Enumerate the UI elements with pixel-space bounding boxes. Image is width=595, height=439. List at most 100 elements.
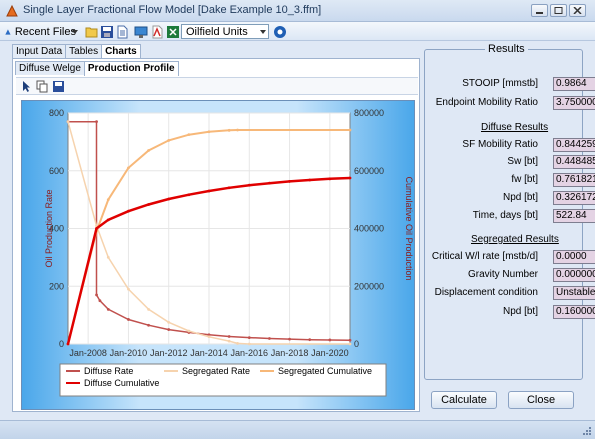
x-tick-label: Jan-2010 [110, 348, 148, 358]
tab-production-profile[interactable]: Production Profile [83, 61, 179, 76]
chevron-down-icon [260, 30, 266, 34]
results-legend: Results [485, 43, 528, 55]
npd-segregated-value: 0.160000 [553, 305, 595, 319]
data-point-segregated-cumulative [147, 149, 150, 152]
pdf-icon[interactable] [150, 25, 164, 39]
status-bar [0, 420, 595, 439]
npd-bt-value: 0.326172 [553, 191, 595, 205]
data-point-segregated-rate [66, 120, 70, 124]
title-bar: Single Layer Fractional Flow Model [Dake… [0, 0, 595, 22]
y-tick-label: 600 [49, 166, 64, 176]
x-tick-label: Jan-2020 [311, 348, 349, 358]
recent-files-dropdown-icon[interactable] [72, 30, 78, 34]
y2-tick-label: 0 [354, 339, 359, 349]
data-point-diffuse-rate [288, 337, 291, 341]
y2-tick-label: 400000 [354, 224, 384, 234]
x-tick-label: Jan-2008 [69, 348, 107, 358]
data-point-diffuse-rate [227, 335, 231, 338]
x-tick-label: Jan-2014 [190, 348, 228, 358]
data-point-segregated-rate [147, 307, 150, 311]
data-point-segregated-rate [187, 329, 191, 333]
sw-bt-value: 0.448485 [553, 155, 595, 169]
close-button[interactable]: Close [508, 391, 574, 409]
main-toolbar: Recent Files Oilfield Units [0, 22, 595, 41]
minimize-button[interactable] [531, 4, 548, 17]
maximize-button[interactable] [550, 4, 567, 17]
left-panel: Input Data Tables Charts Diffuse Welge P… [12, 44, 420, 412]
data-point-diffuse-rate [328, 338, 332, 342]
y-tick-label: 0 [59, 339, 64, 349]
data-point-segregated-cumulative [106, 198, 110, 202]
results-group: Results STOOIP [mmstb] 0.9864 Endpoint M… [424, 43, 595, 380]
charts-tab-content: Diffuse Welge Production Profile Jan-200… [12, 58, 420, 412]
data-point-segregated-cumulative [127, 166, 130, 170]
data-point-diffuse-cumulative [288, 180, 291, 183]
save-icon[interactable] [100, 25, 114, 39]
fw-bt-value: 0.761821 [553, 173, 595, 187]
close-icon [573, 7, 582, 14]
production-profile-chart: Jan-2008 Jan-2010 Jan-2012 Jan-2014 Jan-2016… [21, 100, 415, 410]
data-point-diffuse-rate [247, 336, 251, 340]
data-point-diffuse-rate [106, 307, 110, 311]
legend-label: Diffuse Rate [84, 366, 133, 376]
copy-icon[interactable] [36, 80, 49, 93]
recent-files-icon [5, 28, 11, 35]
data-point-diffuse-rate [167, 328, 171, 331]
data-point-diffuse-cumulative [328, 177, 332, 181]
units-select-value: Oilfield Units [186, 25, 248, 38]
critical-rate-label: Critical W/l rate [mstb/d] [431, 251, 538, 262]
gravity-number-label: Gravity Number [467, 269, 538, 280]
excel-icon[interactable] [166, 25, 180, 39]
displacement-condition-label: Displacement condition [434, 287, 538, 298]
y2-tick-label: 600000 [354, 166, 384, 176]
data-point-segregated-rate [227, 339, 231, 343]
npd-bt-label: Npd [bt] [502, 192, 538, 203]
time-bt-value: 522.84 [553, 209, 595, 223]
data-point-diffuse-cumulative [207, 189, 211, 193]
stooip-label: STOOIP [mmstb] [462, 78, 538, 89]
legend-label: Segregated Rate [182, 366, 250, 376]
pointer-icon[interactable] [20, 80, 33, 93]
y2-axis-title: Cumulative Oil Production [404, 176, 414, 280]
document-icon[interactable] [115, 25, 129, 39]
data-point-segregated-rate [207, 335, 211, 339]
tab-charts[interactable]: Charts [101, 44, 141, 59]
data-point-segregated-rate [247, 342, 251, 346]
open-folder-icon[interactable] [85, 25, 99, 39]
calculate-button[interactable]: Calculate [431, 391, 497, 409]
chart-sub-tabs: Diffuse Welge Production Profile [15, 61, 179, 76]
data-point-segregated-rate [167, 320, 171, 324]
data-point-segregated-rate [127, 287, 130, 291]
help-icon[interactable] [273, 25, 287, 39]
resize-grip-icon[interactable] [582, 426, 592, 436]
data-point-diffuse-cumulative [247, 183, 251, 187]
tab-diffuse-welge[interactable]: Diffuse Welge [15, 61, 85, 75]
monitor-icon[interactable] [134, 25, 148, 39]
data-point-diffuse-cumulative [167, 197, 171, 201]
close-window-button[interactable] [569, 4, 586, 17]
npd-segregated-label: Npd [bt] [502, 306, 538, 317]
save-chart-icon[interactable] [52, 80, 65, 93]
data-point-diffuse-cumulative [95, 227, 98, 230]
recent-files-button[interactable]: Recent Files [4, 24, 76, 39]
time-bt-label: Time, days [bt] [472, 210, 538, 221]
y2-tick-label: 800000 [354, 108, 384, 118]
x-tick-label: Jan-2012 [150, 348, 188, 358]
data-point-diffuse-cumulative [106, 218, 110, 222]
critical-rate-value: 0.0000 [553, 250, 595, 264]
segregated-results-heading: Segregated Results [471, 234, 559, 245]
data-point-diffuse-rate [348, 338, 352, 342]
recent-files-label: Recent Files [14, 25, 76, 38]
data-point-diffuse-cumulative [147, 203, 150, 206]
minimize-icon [536, 12, 543, 14]
displacement-condition-value: Unstable [553, 286, 595, 300]
tab-input-data[interactable]: Input Data [12, 44, 67, 58]
data-point-diffuse-cumulative [187, 193, 191, 197]
x-tick-label: Jan-2016 [231, 348, 269, 358]
gravity-number-value: 0.000000 [553, 268, 595, 282]
units-select[interactable]: Oilfield Units [181, 24, 269, 39]
data-point-segregated-cumulative [227, 128, 231, 132]
tab-tables[interactable]: Tables [65, 44, 103, 58]
y-tick-label: 200 [49, 281, 64, 291]
chart-canvas: Jan-2008 Jan-2010 Jan-2012 Jan-2014 Jan-2016… [44, 108, 414, 397]
